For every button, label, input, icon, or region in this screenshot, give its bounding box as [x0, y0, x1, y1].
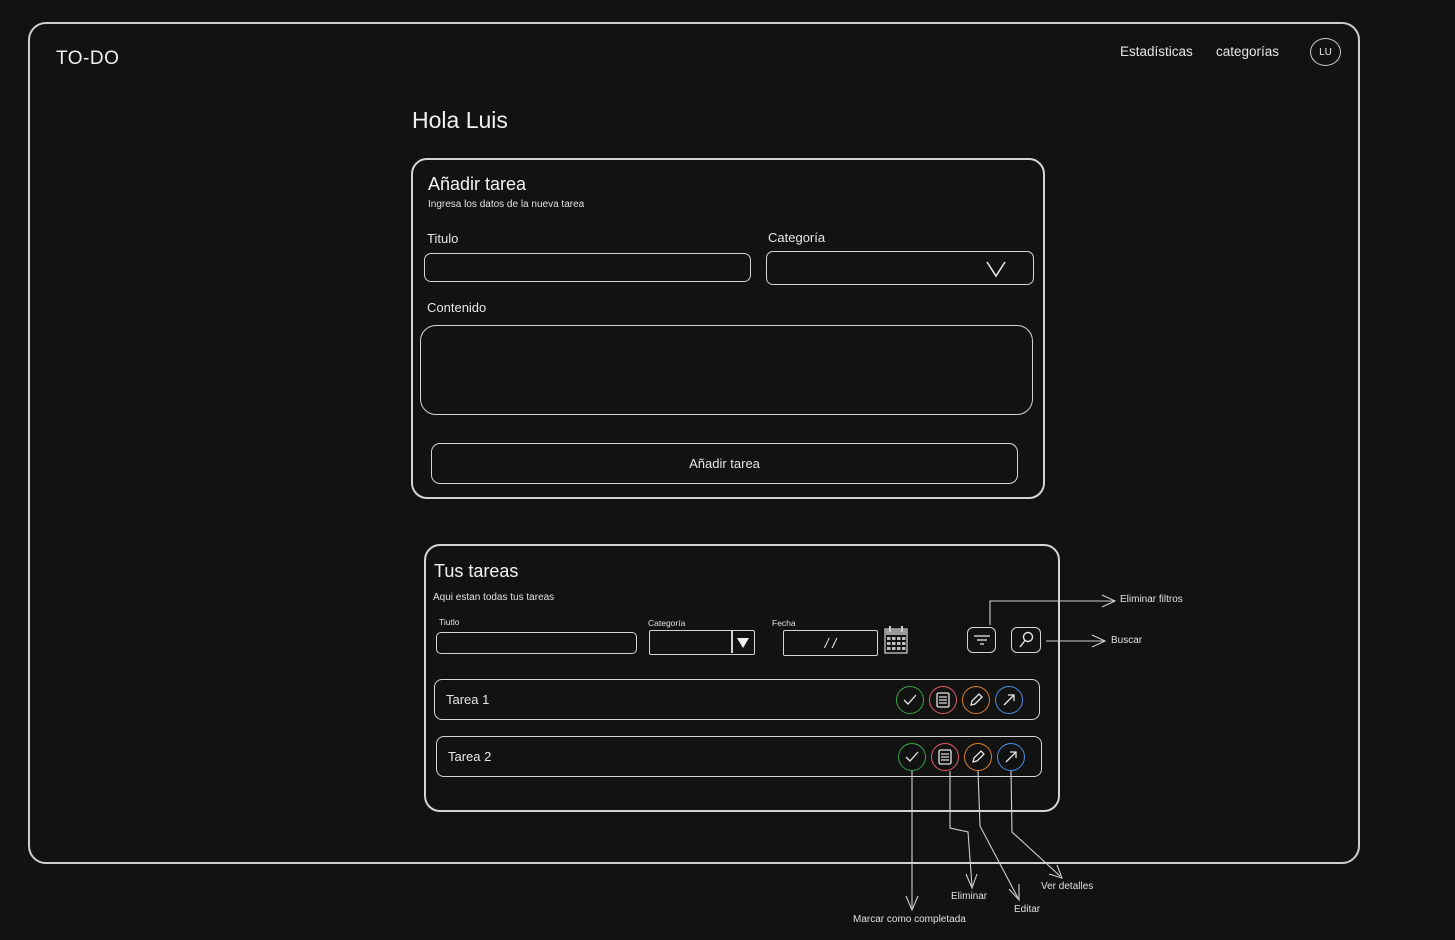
annotation-mark-complete: Marcar como completada	[853, 914, 966, 925]
annotation-delete: Eliminar	[951, 891, 988, 902]
annotation-details: Ver detalles	[1041, 881, 1094, 892]
annotation-search: Buscar	[1111, 635, 1143, 646]
annotation-arrows	[905, 594, 1117, 912]
annotation-edit: Editar	[1014, 904, 1041, 915]
arrow-delete	[949, 771, 973, 887]
arrow-edit	[977, 770, 1019, 899]
annotation-clear-filters: Eliminar filtros	[1120, 594, 1183, 605]
arrowhead-edit	[1008, 884, 1020, 902]
arrow-clear-filters	[989, 600, 1114, 625]
arrow-details	[1010, 770, 1061, 877]
